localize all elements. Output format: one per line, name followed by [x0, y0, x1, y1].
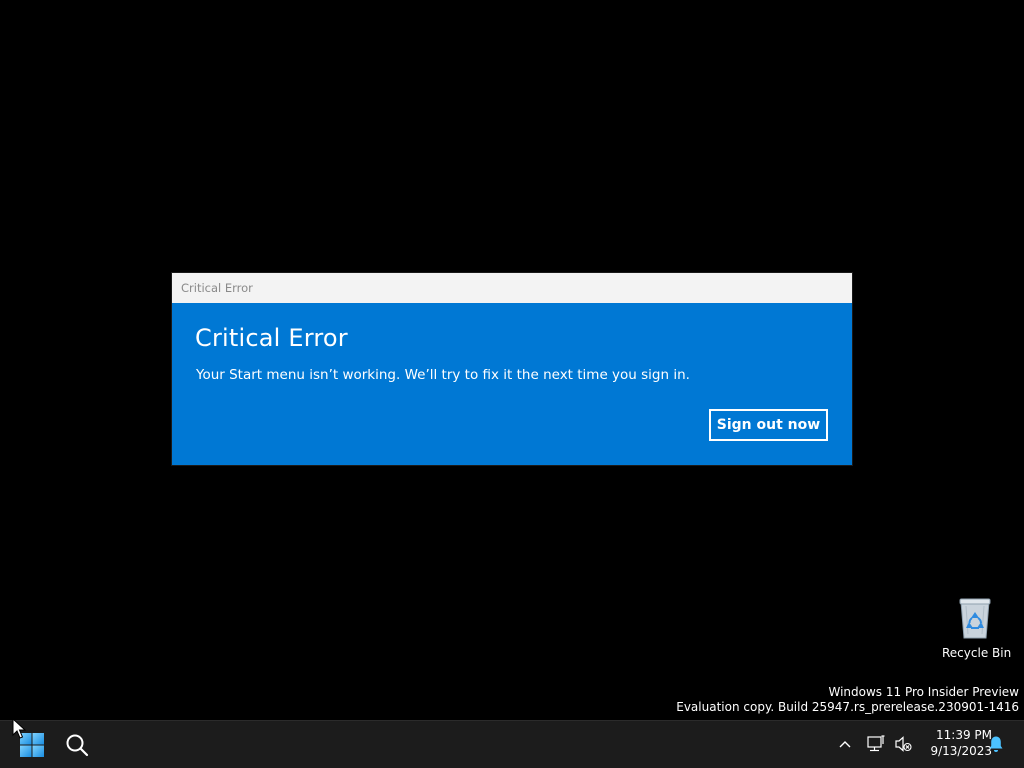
clock-time: 11:39 PM: [936, 728, 992, 742]
critical-error-dialog: Critical Error Critical Error Your Start…: [172, 273, 852, 465]
search-button[interactable]: [60, 729, 94, 761]
taskbar-clock[interactable]: 11:39 PM 9/13/2023: [918, 727, 992, 759]
recycle-bin-icon: [959, 598, 991, 639]
mouse-pointer-icon: [12, 718, 26, 739]
recycle-bin-label: Recycle Bin: [942, 646, 1012, 660]
evaluation-watermark: Windows 11 Pro Insider Preview Evaluatio…: [676, 685, 1019, 715]
recycle-bin-shortcut[interactable]: Recycle Bin: [942, 596, 1012, 660]
volume-muted-icon: [895, 736, 912, 752]
network-icon: [867, 735, 885, 752]
volume-button[interactable]: [892, 733, 914, 755]
network-button[interactable]: [864, 733, 888, 755]
watermark-build: Evaluation copy. Build 25947.rs_prerelea…: [676, 700, 1019, 714]
clock-date: 9/13/2023: [930, 744, 992, 758]
dialog-titlebar[interactable]: Critical Error: [172, 273, 852, 303]
watermark-edition: Windows 11 Pro Insider Preview: [828, 685, 1019, 699]
notification-center-button[interactable]: [985, 733, 1007, 755]
notification-bell-icon: [989, 736, 1003, 752]
show-hidden-icons-button[interactable]: [834, 733, 856, 755]
dialog-window-title: Critical Error: [181, 281, 253, 295]
desktop: Critical Error Critical Error Your Start…: [0, 0, 1024, 720]
taskbar: 11:39 PM 9/13/2023: [0, 720, 1024, 768]
dialog-heading: Critical Error: [195, 324, 348, 352]
sign-out-now-button[interactable]: Sign out now: [709, 409, 828, 441]
chevron-up-icon: [839, 741, 851, 748]
dialog-message: Your Start menu isn’t working. We’ll try…: [196, 367, 690, 383]
search-icon: [66, 734, 89, 757]
